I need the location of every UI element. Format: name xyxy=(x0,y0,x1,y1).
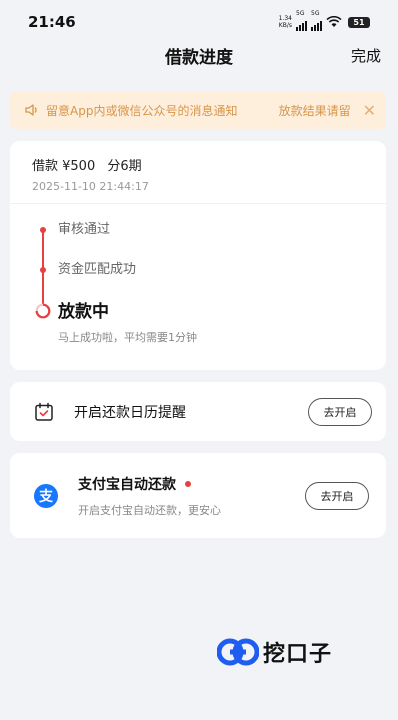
signal-label: 5G xyxy=(296,10,305,17)
watermark-text: 挖口子 xyxy=(263,642,333,667)
loading-spinner-icon xyxy=(35,303,51,319)
red-dot-badge xyxy=(185,480,191,487)
done-button[interactable]: 完成 xyxy=(351,45,381,66)
loan-amount: 借款 ¥500 xyxy=(32,159,96,174)
alipay-title-row: 支付宝自动还款 xyxy=(78,474,305,494)
status-icons: 1.34 KB/s 5G 5G 51 xyxy=(279,10,370,31)
alipay-icon: 支 xyxy=(34,483,58,508)
loan-term: 分6期 xyxy=(107,159,142,174)
watermark: 挖口子 xyxy=(217,636,332,668)
alipay-text: 支付宝自动还款 开启支付宝自动还款，更安心 xyxy=(78,474,305,518)
step-label: 审核通过 xyxy=(58,222,111,237)
step-label: 资金匹配成功 xyxy=(58,262,137,277)
loan-progress-card: 借款 ¥500 分6期 2025-11-10 21:44:17 审核通过 资金匹… xyxy=(10,141,386,370)
page-title: 借款进度 xyxy=(165,47,233,68)
notice-right-text: 放款结果请留 xyxy=(278,103,351,118)
step-subtitle: 马上成功啦，平均需要1分钟 xyxy=(58,331,197,344)
divider xyxy=(10,203,386,204)
progress-timeline: 审核通过 资金匹配成功 放款中 马上成功啦，平均需要1分钟 xyxy=(32,222,364,344)
enable-alipay-button[interactable]: 去开启 xyxy=(305,481,369,510)
enable-calendar-button[interactable]: 去开启 xyxy=(308,397,372,426)
calendar-reminder-card: 开启还款日历提醒 去开启 xyxy=(10,382,386,441)
alipay-title: 支付宝自动还款 xyxy=(78,476,176,493)
net-speed-value: 1.34 xyxy=(278,15,292,22)
timeline-step-approved: 审核通过 xyxy=(32,222,364,262)
notice-message: 留意App内或微信公众号的消息通知 xyxy=(46,103,238,118)
calendar-check-icon xyxy=(35,402,53,421)
timeline-step-disbursing: 放款中 马上成功啦，平均需要1分钟 xyxy=(32,302,364,344)
timeline-dot xyxy=(40,227,46,233)
signal-label-2: 5G xyxy=(311,10,320,17)
signal-icon-2: 5G xyxy=(311,10,322,31)
wifi-icon xyxy=(326,16,342,27)
calendar-reminder-title: 开启还款日历提醒 xyxy=(74,404,186,421)
watermark-logo-icon xyxy=(217,638,259,666)
status-time: 21:46 xyxy=(28,13,76,31)
timeline-step-matched: 资金匹配成功 xyxy=(32,262,364,302)
notice-banner: 留意App内或微信公众号的消息通知 放款结果请留 ✕ xyxy=(10,91,386,129)
battery-icon: 51 xyxy=(348,16,370,28)
net-speed-unit: KB/s xyxy=(278,22,292,29)
step-label: 放款中 xyxy=(58,302,109,322)
nav-bar: 借款进度 完成 xyxy=(0,40,398,70)
alipay-subtitle: 开启支付宝自动还款，更安心 xyxy=(78,503,221,517)
timeline-dot xyxy=(40,267,46,273)
speaker-icon xyxy=(25,104,37,116)
alipay-autopay-card: 支 支付宝自动还款 开启支付宝自动还款，更安心 去开启 xyxy=(10,453,386,538)
loan-timestamp: 2025-11-10 21:44:17 xyxy=(32,180,149,193)
close-icon[interactable]: ✕ xyxy=(363,101,376,120)
net-speed: 1.34 KB/s xyxy=(279,15,292,29)
signal-icon: 5G xyxy=(296,10,307,31)
loan-summary: 借款 ¥500 分6期 xyxy=(32,155,364,174)
status-bar: 21:46 1.34 KB/s 5G 5G 51 xyxy=(0,0,398,44)
